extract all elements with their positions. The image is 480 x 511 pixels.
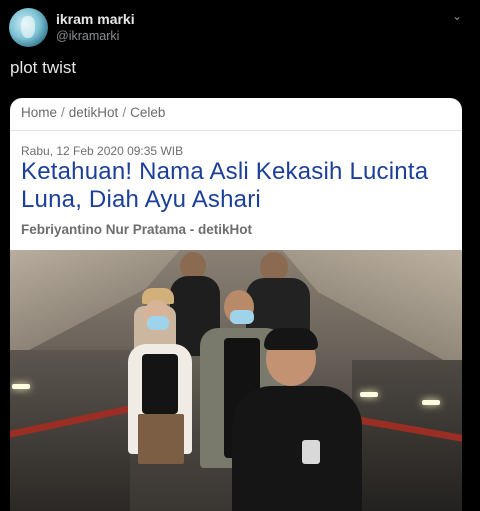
link-preview-card[interactable]: Home / detikHot / Celeb Rabu, 12 Feb 2020 09… (10, 98, 462, 511)
article-byline: Febriyantino Nur Pratama - detikHot (21, 222, 253, 237)
photo-light (360, 392, 378, 397)
divider (10, 130, 462, 131)
tweet-text: plot twist (10, 58, 77, 77)
breadcrumb: Home / detikHot / Celeb (21, 105, 165, 120)
breadcrumb-detikhot[interactable]: detikHot (69, 105, 119, 120)
tweet-handle[interactable]: @ikramarki (56, 29, 119, 43)
photo-light (12, 384, 30, 389)
photo-light (422, 400, 440, 405)
breadcrumb-separator: / (61, 105, 65, 120)
tweet-avatar[interactable] (9, 8, 48, 47)
breadcrumb-home[interactable]: Home (21, 105, 57, 120)
article-photo[interactable] (10, 250, 462, 511)
breadcrumb-separator: / (122, 105, 127, 120)
article-date: Rabu, 12 Feb 2020 09:35 WIB (21, 144, 184, 158)
chevron-down-icon[interactable]: ⌄ (450, 9, 464, 23)
breadcrumb-celeb[interactable]: Celeb (130, 105, 165, 120)
tweet-display-name[interactable]: ikram marki (56, 11, 135, 27)
article-headline[interactable]: Ketahuan! Nama Asli Kekasih Lucinta Luna… (21, 158, 441, 214)
